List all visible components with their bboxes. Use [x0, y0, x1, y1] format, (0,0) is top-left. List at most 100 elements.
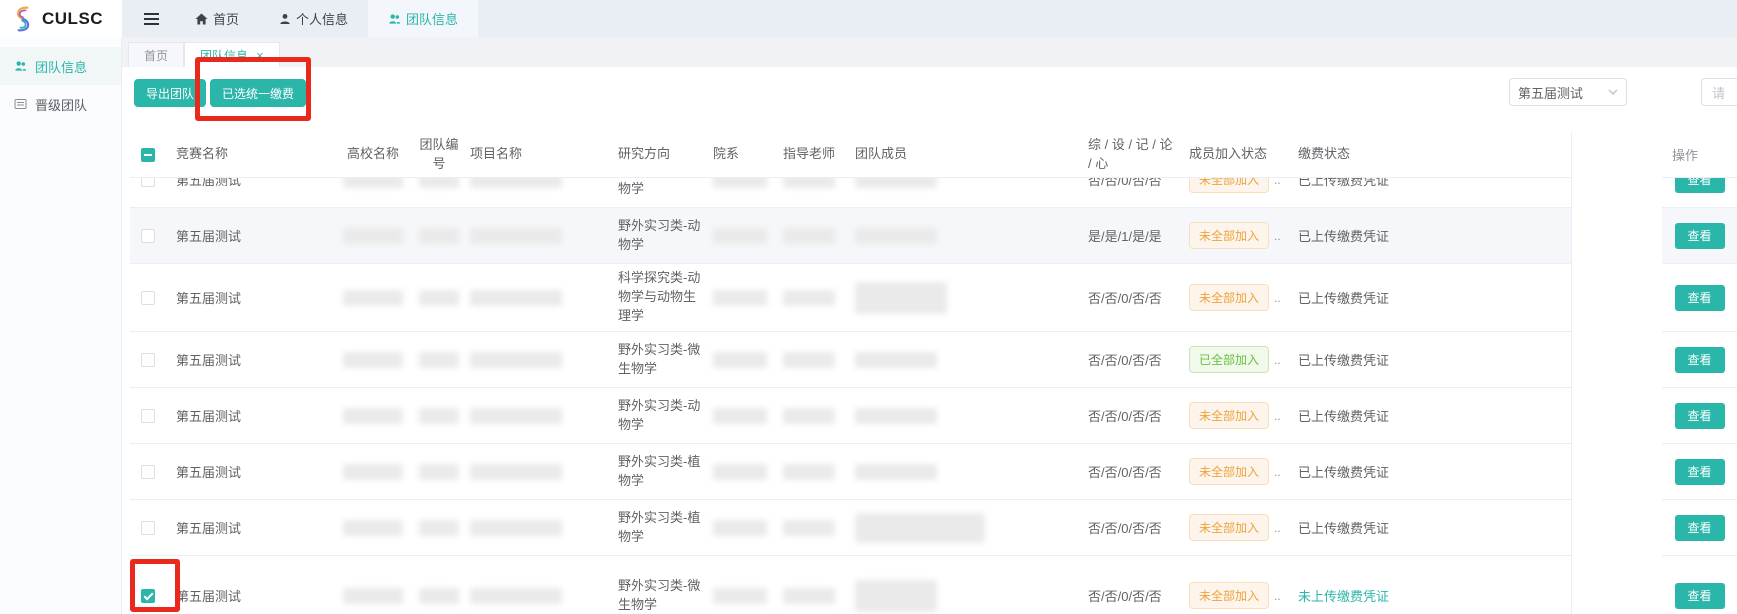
- row-checkbox[interactable]: [141, 589, 155, 603]
- ellipsis-text: ..: [1274, 229, 1281, 243]
- redacted-blur-block: [855, 464, 937, 480]
- redacted-blur-block: [419, 290, 459, 306]
- redacted-blur-block: [470, 464, 562, 480]
- sidebar-item-team-info[interactable]: 团队信息: [0, 47, 121, 85]
- tab-home[interactable]: 首页: [128, 42, 184, 67]
- department-redacted: [705, 588, 775, 604]
- competition-name: 第五届测试: [166, 288, 330, 307]
- redacted-blur-block: [713, 290, 767, 306]
- view-button[interactable]: 查看: [1675, 459, 1725, 485]
- advisor-redacted: [775, 290, 843, 306]
- tab-label: 首页: [144, 47, 168, 64]
- row-checkbox[interactable]: [141, 465, 155, 479]
- join-status-cell: 已全部加入 ..: [1185, 346, 1290, 373]
- table-row: 第五届测试 野外实习类-动物学 是/是/1/是/是 未全部加入 .. 已上传缴费…: [130, 208, 1737, 264]
- sidebar-item-label: 团队信息: [35, 57, 87, 76]
- view-button[interactable]: 查看: [1675, 403, 1725, 429]
- logo-text: CULSC: [42, 9, 103, 29]
- logo-icon: [10, 4, 36, 34]
- app-logo: CULSC: [0, 0, 122, 37]
- row-checkbox[interactable]: [141, 178, 155, 187]
- row-checkbox[interactable]: [141, 353, 155, 367]
- redacted-blur-block: [855, 178, 937, 188]
- department-redacted: [705, 228, 775, 244]
- table-row: 第五届测试 野外实习类-微生物学 否/否/0/否/否 已全部加入 .. 已上传缴…: [130, 332, 1737, 388]
- research-direction: 野外实习类-植物学: [608, 453, 705, 491]
- join-status-cell: 未全部加入 ..: [1185, 514, 1290, 541]
- redacted-blur-block: [343, 520, 403, 536]
- advisor-redacted: [775, 588, 843, 604]
- payment-status-text: 已上传缴费凭证: [1290, 350, 1571, 369]
- hamburger-icon[interactable]: [144, 13, 159, 25]
- nav-item-team-info[interactable]: 团队信息: [368, 0, 478, 37]
- redacted-blur-block: [419, 520, 459, 536]
- redacted-blur-block: [713, 520, 767, 536]
- payment-status-text: 已上传缴费凭证: [1290, 226, 1571, 245]
- view-button[interactable]: 查看: [1675, 515, 1725, 541]
- contest-select[interactable]: 第五届测试: [1509, 78, 1627, 106]
- row-checkbox[interactable]: [141, 229, 155, 243]
- search-input-partial[interactable]: 请: [1701, 78, 1737, 106]
- join-status-badge: 未全部加入: [1189, 582, 1269, 609]
- team-number-redacted: [416, 408, 462, 424]
- team-icon: [388, 13, 401, 25]
- select-all-checkbox[interactable]: [141, 148, 155, 162]
- col-header-scores: 综 / 设 / 记 / 论 / 心: [1080, 132, 1185, 177]
- redacted-blur-block: [855, 228, 937, 244]
- redacted-blur-block: [713, 178, 767, 188]
- redacted-blur-block: [470, 588, 562, 604]
- app-window: CULSC 首页 个人信息: [0, 0, 1737, 614]
- sidebar-item-promoted-teams[interactable]: 晋级团队: [0, 85, 121, 123]
- table-row: 第五届测试 野外实习类-动物学 否/否/0/否/否 未全部加入 .. 已上传缴费…: [130, 178, 1737, 208]
- scores-text: 否/否/0/否/否: [1080, 518, 1185, 537]
- project-name-redacted: [462, 352, 608, 368]
- project-name-redacted: [462, 178, 608, 188]
- join-status-cell: 未全部加入 ..: [1185, 178, 1290, 193]
- tab-close-icon[interactable]: ×: [256, 49, 264, 62]
- competition-name: 第五届测试: [166, 586, 330, 605]
- advisor-redacted: [775, 408, 843, 424]
- team-number-redacted: [416, 178, 462, 188]
- nav-item-profile[interactable]: 个人信息: [259, 0, 368, 37]
- tab-bar: 首页 团队信息 ×: [122, 37, 1737, 67]
- row-checkbox[interactable]: [141, 291, 155, 305]
- view-button[interactable]: 查看: [1675, 178, 1725, 193]
- redacted-blur-block: [343, 408, 403, 424]
- col-header-pay-status: 缴费状态: [1290, 132, 1571, 177]
- table-row: 第五届测试 野外实习类-植物学 否/否/0/否/否 未全部加入 .. 已上传缴费…: [130, 444, 1737, 500]
- redacted-blur-block: [783, 520, 835, 536]
- tab-team-info[interactable]: 团队信息 ×: [184, 42, 280, 67]
- redacted-blur-block: [470, 290, 562, 306]
- nav-menu: 首页 个人信息 团队信息: [122, 0, 478, 37]
- redacted-blur-block: [470, 408, 562, 424]
- view-button[interactable]: 查看: [1675, 285, 1725, 311]
- row-checkbox[interactable]: [141, 409, 155, 423]
- redacted-blur-block: [419, 588, 459, 604]
- team-members-redacted: [843, 282, 1080, 314]
- col-header-operation: 操作: [1662, 132, 1737, 178]
- export-teams-button[interactable]: 导出团队: [134, 79, 206, 107]
- home-icon: [195, 13, 208, 25]
- redacted-blur-block: [419, 178, 459, 188]
- view-button[interactable]: 查看: [1675, 347, 1725, 373]
- research-direction: 野外实习类-动物学: [608, 397, 705, 435]
- row-checkbox[interactable]: [141, 521, 155, 535]
- team-number-redacted: [416, 352, 462, 368]
- view-button[interactable]: 查看: [1675, 583, 1725, 609]
- redacted-blur-block: [343, 352, 403, 368]
- redacted-blur-block: [783, 228, 835, 244]
- ellipsis-text: ..: [1274, 409, 1281, 423]
- scores-text: 否/否/0/否/否: [1080, 586, 1185, 605]
- view-button[interactable]: 查看: [1675, 223, 1725, 249]
- scores-text: 是/是/1/是/是: [1080, 226, 1185, 245]
- research-direction: 科学探究类-动物学与动物生理学: [608, 269, 705, 326]
- team-members-redacted: [843, 464, 1080, 480]
- main-content: 导出团队 已选统一缴费 第五届测试 请 竞赛名称 高校名称 团队编号 项目名称 …: [122, 67, 1737, 614]
- pay-selected-button[interactable]: 已选统一缴费: [210, 79, 306, 107]
- nav-item-home[interactable]: 首页: [175, 0, 259, 37]
- ellipsis-text: ..: [1274, 291, 1281, 305]
- col-header-project: 项目名称: [462, 132, 608, 177]
- redacted-blur-block: [855, 408, 937, 424]
- col-header-university: 高校名称: [330, 132, 416, 177]
- university-name-redacted: [330, 178, 416, 188]
